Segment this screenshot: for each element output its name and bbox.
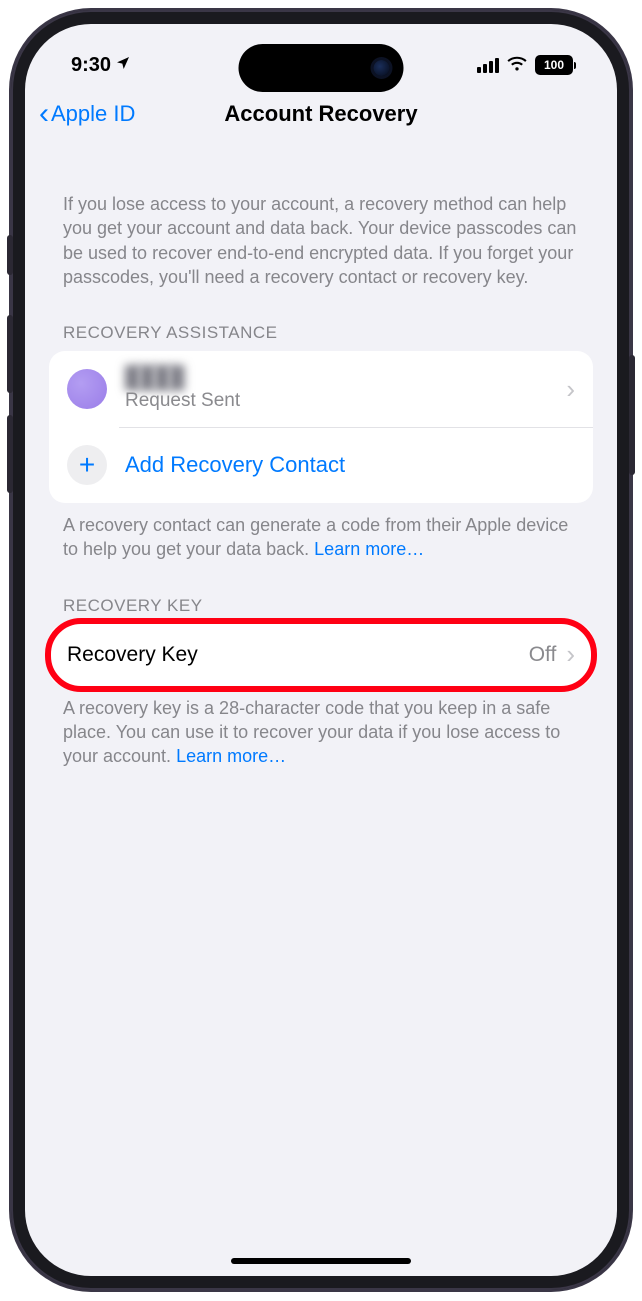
recovery-key-label: Recovery Key — [67, 643, 198, 666]
nav-bar: ‹ Apple ID Account Recovery — [25, 86, 617, 142]
power-button — [629, 355, 635, 475]
add-recovery-contact-row[interactable]: + Add Recovery Contact — [49, 427, 593, 503]
section-header-key: RECOVERY KEY — [49, 596, 593, 616]
status-time: 9:30 — [71, 54, 111, 77]
add-contact-label: Add Recovery Contact — [125, 452, 345, 477]
back-label: Apple ID — [51, 101, 135, 127]
intro-text: If you lose access to your account, a re… — [49, 192, 593, 289]
status-right: 100 — [477, 54, 573, 77]
recovery-contact-row[interactable]: ████ Request Sent › — [49, 351, 593, 427]
silent-switch — [7, 235, 13, 275]
recovery-key-row[interactable]: Recovery Key Off › — [49, 624, 593, 686]
back-button[interactable]: ‹ Apple ID — [39, 99, 135, 129]
section-header-assistance: RECOVERY ASSISTANCE — [49, 323, 593, 343]
volume-up-button — [7, 315, 13, 393]
content: If you lose access to your account, a re… — [25, 142, 617, 769]
home-indicator[interactable] — [231, 1258, 411, 1264]
battery-level: 100 — [544, 58, 564, 72]
front-camera — [374, 60, 390, 76]
assistance-footer: A recovery contact can generate a code f… — [49, 513, 593, 562]
contact-avatar-icon — [67, 369, 107, 409]
recovery-key-value: Off — [529, 643, 557, 667]
volume-down-button — [7, 415, 13, 493]
recovery-assistance-group: ████ Request Sent › + Add Recovery Conta… — [49, 351, 593, 503]
key-footer-text: A recovery key is a 28-character code th… — [63, 698, 560, 767]
contact-body: ████ Request Sent — [125, 366, 556, 412]
chevron-right-icon: › — [566, 639, 575, 670]
key-learn-more-link[interactable]: Learn more… — [176, 746, 286, 766]
chevron-right-icon: › — [566, 374, 575, 405]
contact-status: Request Sent — [125, 390, 556, 412]
page-title: Account Recovery — [224, 101, 417, 127]
recovery-key-highlight: Recovery Key Off › — [49, 624, 593, 686]
dynamic-island — [239, 44, 404, 92]
wifi-icon — [507, 54, 527, 77]
chevron-left-icon: ‹ — [39, 99, 49, 129]
recovery-key-group: Recovery Key Off › — [49, 624, 593, 686]
screen: 9:30 100 ‹ Apple ID — [25, 24, 617, 1276]
cellular-icon — [477, 58, 499, 73]
status-left: 9:30 — [71, 54, 131, 77]
contact-name: ████ — [125, 366, 195, 388]
key-footer: A recovery key is a 28-character code th… — [49, 696, 593, 769]
location-icon — [115, 54, 131, 77]
assistance-learn-more-link[interactable]: Learn more… — [314, 539, 424, 559]
plus-icon: + — [67, 445, 107, 485]
phone-frame: 9:30 100 ‹ Apple ID — [11, 10, 631, 1290]
battery-icon: 100 — [535, 55, 573, 75]
